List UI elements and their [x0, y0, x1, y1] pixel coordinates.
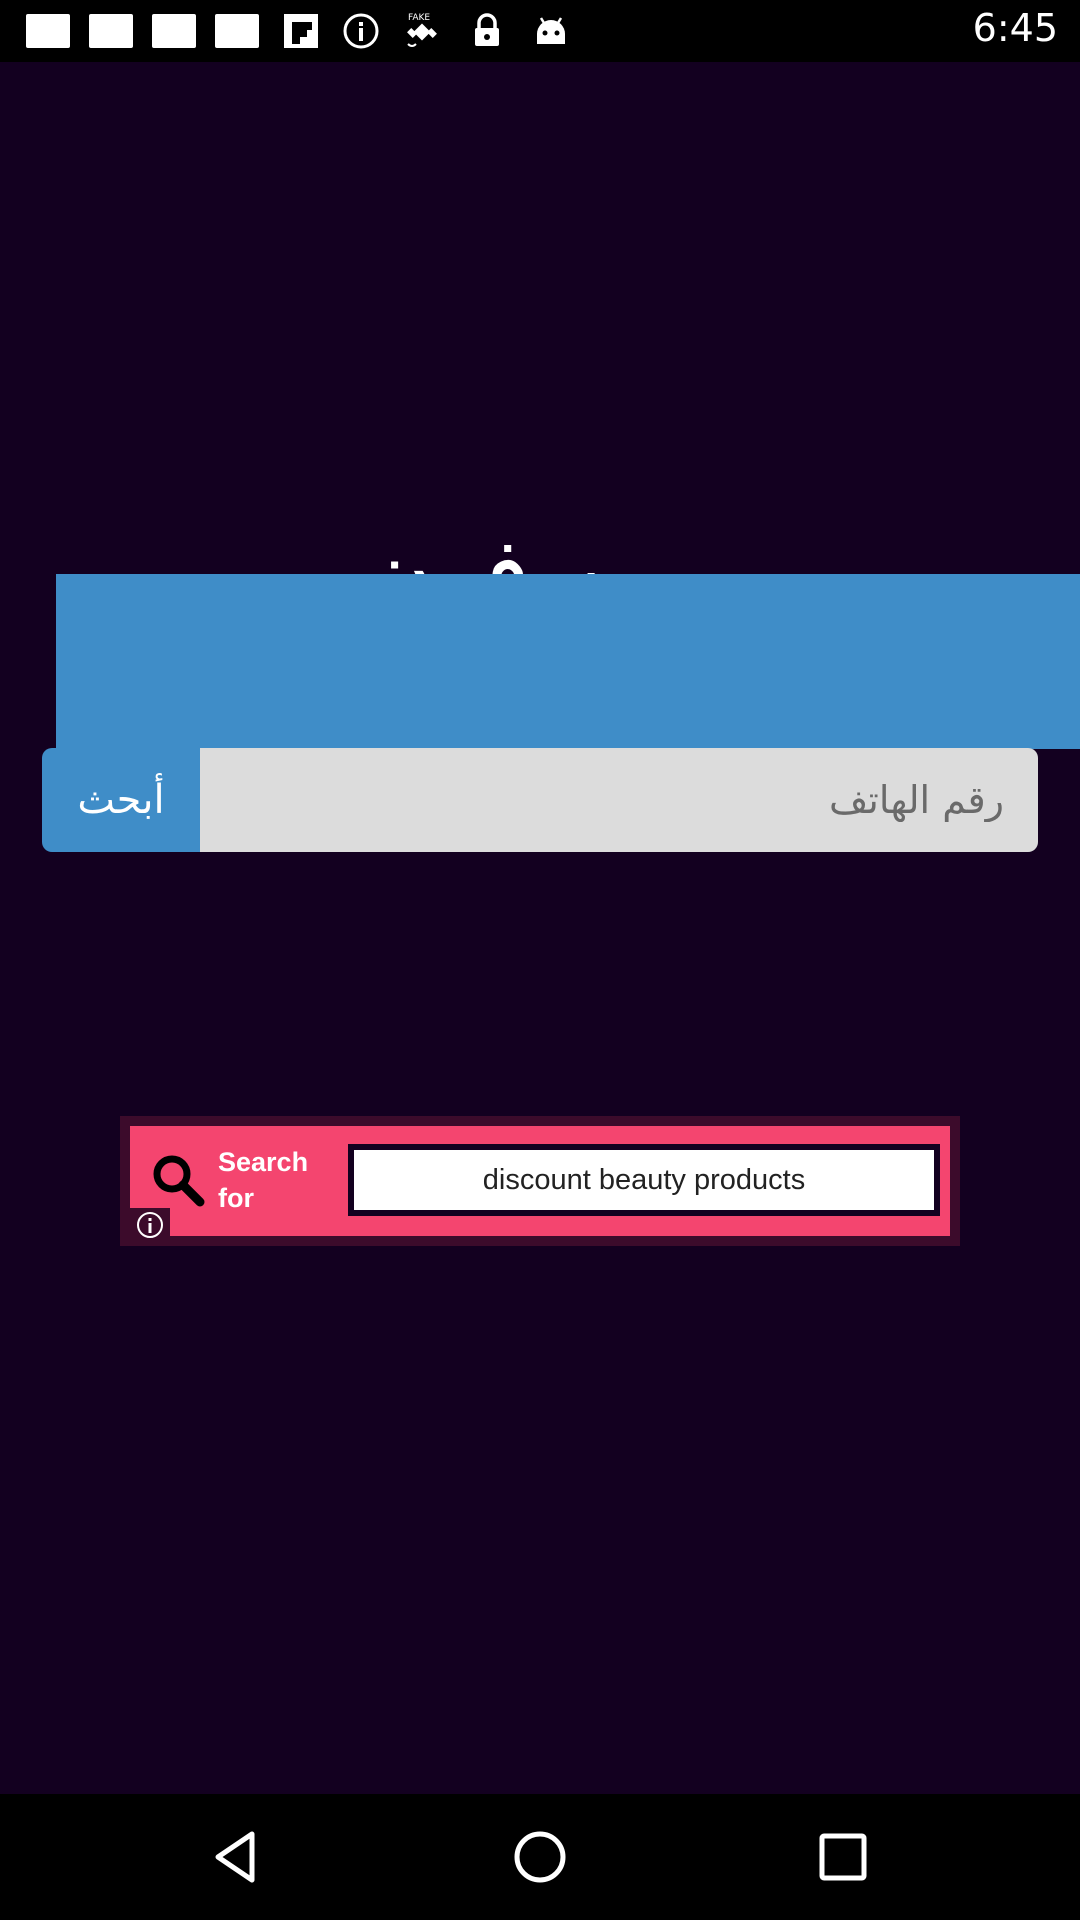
ad-banner[interactable]: Search for discount beauty products [120, 1116, 960, 1246]
flipboard-icon [284, 14, 318, 48]
svg-text:FAKE: FAKE [408, 13, 430, 23]
ad-content: Search for discount beauty products [130, 1126, 950, 1242]
notification-square-icon [89, 14, 133, 48]
clock-time: 6:45 [972, 6, 1058, 50]
search-button[interactable]: أبحث [42, 748, 200, 852]
back-icon[interactable] [204, 1824, 270, 1890]
ad-search-label: Search for [218, 1147, 309, 1213]
ad-search-query[interactable]: discount beauty products [348, 1144, 940, 1216]
status-bar: FAKE 6:45 [0, 0, 1080, 62]
lock-icon [475, 13, 499, 46]
info-circle-icon [343, 13, 379, 49]
recents-icon[interactable] [810, 1824, 876, 1890]
banner-panel [56, 574, 1080, 749]
app-screen: يمن فون أبحث Search for discount beauty … [0, 62, 1080, 1794]
android-icon [537, 17, 565, 44]
phone-search-form: أبحث [42, 748, 1038, 852]
home-icon[interactable] [507, 1824, 573, 1890]
ad-info-icon[interactable] [130, 1208, 170, 1242]
notification-square-icon [26, 14, 70, 48]
notification-square-icon [215, 14, 259, 48]
fake-gps-icon: FAKE [407, 13, 437, 47]
notification-square-icon [152, 14, 196, 48]
search-icon [153, 1155, 205, 1207]
navigation-bar [0, 1794, 1080, 1920]
phone-number-input[interactable] [196, 748, 1038, 852]
